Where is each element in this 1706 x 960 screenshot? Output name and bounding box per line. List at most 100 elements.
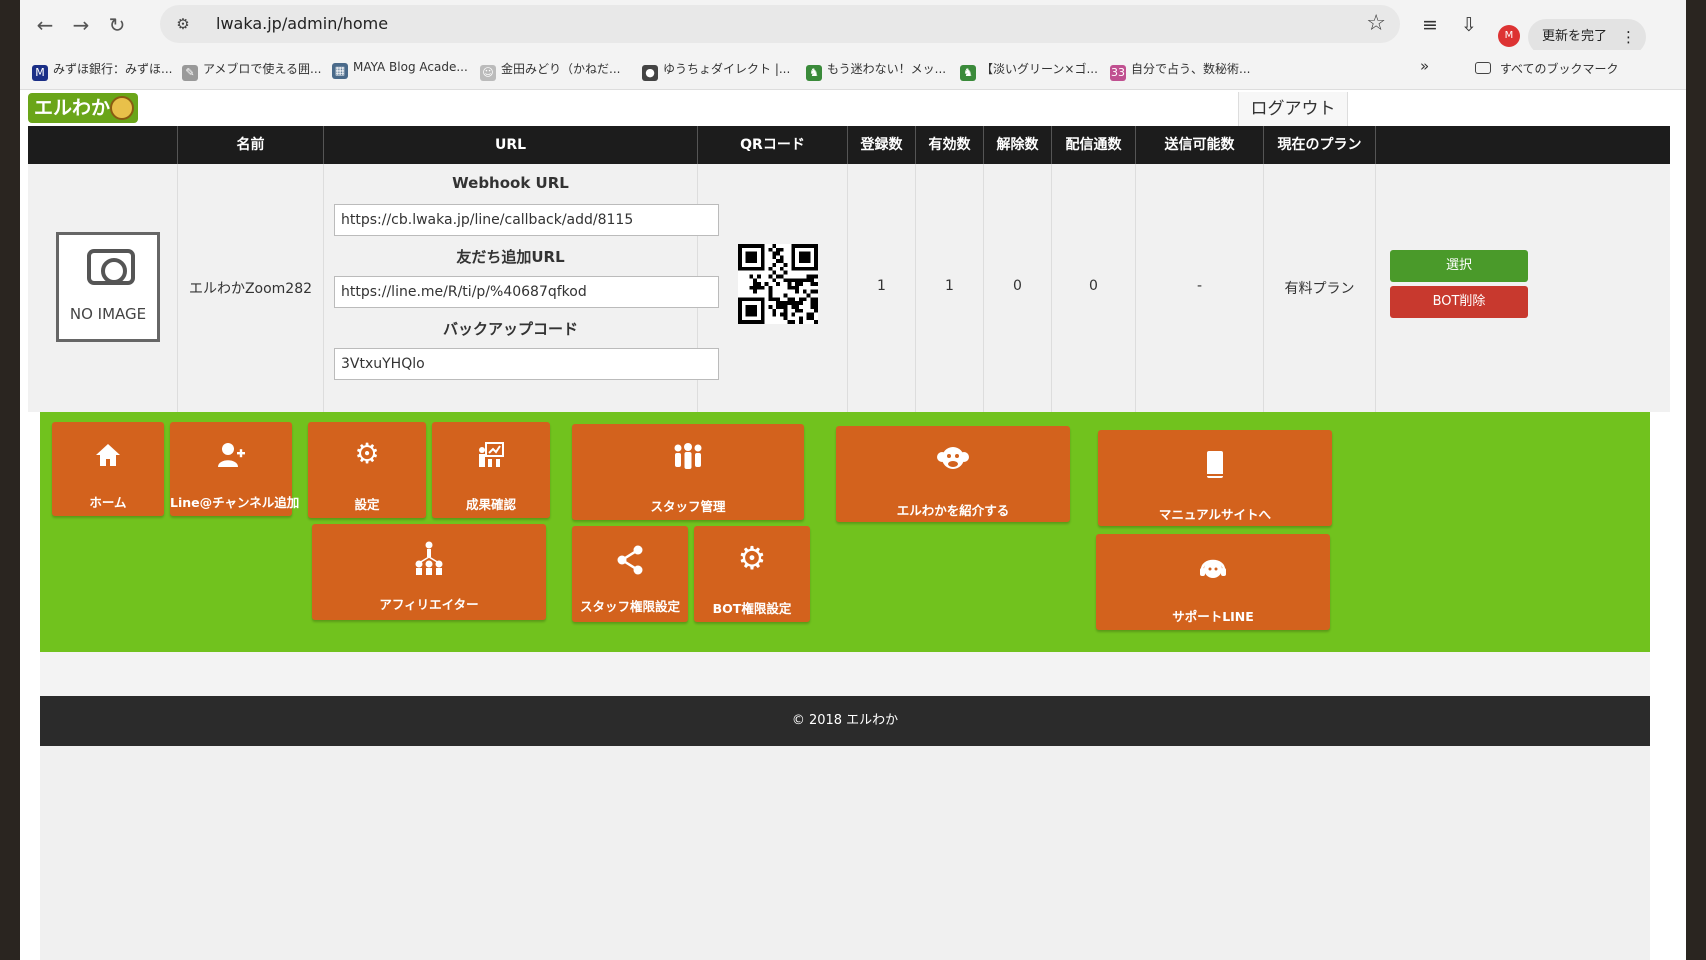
more-bookmarks-icon[interactable]: » — [1420, 57, 1429, 75]
friend-url-field[interactable] — [334, 276, 719, 308]
presentation-icon — [479, 442, 504, 467]
staff-tile[interactable]: スタッフ管理 — [572, 424, 804, 520]
support-tile[interactable]: サポートLINE — [1096, 534, 1330, 630]
home-label: ホーム — [89, 495, 127, 510]
site-settings-icon[interactable]: ⚙ — [172, 13, 194, 35]
webhook-title: Webhook URL — [452, 174, 569, 192]
bookmark-item[interactable]: M みずほ銀行：みずほ... — [32, 60, 172, 81]
bookmark-favicon-icon: ✎ — [182, 65, 198, 81]
bookmark-item[interactable]: ✎ アメブロで使える囲... — [182, 60, 321, 81]
bookmark-label: 自分で占う、数秘術... — [1131, 62, 1251, 76]
webhook-url-field[interactable] — [334, 204, 719, 236]
logout-button[interactable]: ログアウト — [1238, 92, 1348, 126]
backup-code-title: バックアップコード — [442, 320, 578, 338]
bookmark-favicon-icon: ☺ — [480, 65, 496, 81]
settings-tile[interactable]: ⚙ 設定 — [308, 422, 426, 518]
settings-label: 設定 — [354, 497, 380, 512]
td-image: NO IMAGE — [28, 164, 178, 412]
add-channel-tile[interactable]: Line@チャンネル追加 — [170, 422, 300, 516]
footer: © 2018 エルわか — [40, 696, 1650, 746]
home-tile[interactable]: ホーム — [52, 422, 164, 516]
logo-text: エルわか — [34, 97, 111, 119]
address-bar[interactable]: ⚙ lwaka.jp/admin/home ☆ — [160, 5, 1400, 43]
add-channel-label: Line@チャンネル追加 — [170, 495, 300, 510]
monkey-mascot-icon — [110, 96, 134, 120]
address-url[interactable]: lwaka.jp/admin/home — [216, 14, 388, 33]
staff-permissions-label: スタッフ権限設定 — [579, 599, 680, 614]
td-qr — [698, 164, 848, 412]
staff-label: スタッフ管理 — [650, 499, 726, 514]
profile-avatar[interactable]: M — [1498, 25, 1520, 47]
bookmark-favicon-icon: ● — [642, 65, 658, 81]
bookmark-favicon-icon: ♞ — [806, 65, 822, 81]
bookmark-label: 金田みどり（かねだ... — [501, 62, 621, 76]
gears-icon: ⚙ — [354, 437, 380, 470]
download-icon[interactable]: ⇩ — [1456, 14, 1482, 36]
no-image-placeholder: NO IMAGE — [56, 232, 160, 342]
results-tile[interactable]: 成果確認 — [432, 422, 550, 518]
td-plan: 有料プラン — [1264, 164, 1376, 412]
reload-icon[interactable]: ↻ — [102, 10, 132, 40]
introduce-label: エルわかを紹介する — [896, 503, 1010, 518]
affiliate-tile[interactable]: アフィリエイター — [312, 524, 546, 620]
sendable-count: - — [1196, 278, 1203, 294]
tab-search-icon[interactable]: ≡ — [1417, 14, 1443, 36]
backup-code-field[interactable] — [334, 348, 719, 380]
bookmarks-bar: M みずほ銀行：みずほ... ✎ アメブロで使える囲... ▦ MAYA Blog Aca… — [20, 50, 1686, 90]
logo[interactable]: エルわか — [28, 93, 138, 123]
th-registered: 登録数 — [848, 126, 916, 164]
support-label: サポートLINE — [1172, 609, 1254, 624]
th-image — [28, 126, 178, 164]
network-people-icon — [415, 541, 443, 575]
bookmark-item[interactable]: ♞ 【淡いグリーン×ゴ... — [960, 60, 1098, 81]
all-bookmarks-folder[interactable]: すべてのブックマーク — [1475, 60, 1619, 77]
bookmark-item[interactable]: ♞ もう迷わない！メッ... — [806, 60, 946, 81]
bookmark-star-icon[interactable]: ☆ — [1366, 11, 1386, 36]
results-label: 成果確認 — [465, 497, 516, 512]
browser-window: ← → ↻ ⚙ lwaka.jp/admin/home ☆ ≡ ⇩ M 更新を完… — [20, 0, 1686, 960]
staff-group-icon — [674, 443, 702, 469]
th-url: URL — [324, 126, 698, 164]
add-user-icon — [218, 443, 245, 467]
manual-label: マニュアルサイトへ — [1158, 507, 1272, 522]
td-cancelled: 0 — [984, 164, 1052, 412]
bot-permissions-label: BOT権限設定 — [712, 601, 792, 616]
home-icon — [96, 444, 120, 466]
table-row: NO IMAGE エルわかZoom282 Webhook URL 友だち追加UR… — [28, 164, 1670, 412]
page-background — [40, 746, 1650, 960]
select-button[interactable]: 選択 — [1390, 250, 1528, 282]
manual-tile[interactable]: マニュアルサイトへ — [1098, 430, 1332, 526]
bookmark-item[interactable]: ▦ MAYA Blog Acade... — [332, 60, 468, 79]
bookmark-favicon-icon: M — [32, 65, 48, 81]
back-icon[interactable]: ← — [30, 10, 60, 40]
staff-permissions-tile[interactable]: スタッフ権限設定 — [572, 526, 688, 622]
content-gap — [40, 652, 1650, 696]
forward-icon[interactable]: → — [66, 10, 96, 40]
camera-icon — [87, 249, 135, 285]
friend-url-title: 友だち追加URL — [456, 248, 565, 266]
bookmark-label: ゆうちょダイレクト |... — [663, 62, 791, 76]
bookmark-item[interactable]: ☺ 金田みどり（かねだ... — [480, 60, 620, 81]
introduce-tile[interactable]: エルわかを紹介する — [836, 426, 1070, 522]
th-cancelled: 解除数 — [984, 126, 1052, 164]
bookmark-favicon-icon: ♞ — [960, 65, 976, 81]
th-qr: QRコード — [698, 126, 848, 164]
th-name: 名前 — [178, 126, 324, 164]
main-menu: ホーム Line@チャンネル追加 ⚙ 設定 成果確認 スタッフ管理 エルわかを紹… — [40, 412, 1650, 652]
bookmark-item[interactable]: ● ゆうちょダイレクト |... — [642, 60, 790, 81]
bookmark-label: みずほ銀行：みずほ... — [53, 62, 173, 76]
td-delivered: 0 — [1052, 164, 1136, 412]
bookmark-item[interactable]: 33 自分で占う、数秘術... — [1110, 60, 1250, 81]
bot-delete-button[interactable]: BOT削除 — [1390, 286, 1528, 318]
qr-code[interactable] — [738, 244, 818, 324]
bot-permissions-tile[interactable]: ⚙ BOT権限設定 — [694, 526, 810, 622]
headset-icon — [1200, 559, 1226, 578]
delivered-count: 0 — [1089, 278, 1098, 294]
monkey-face-icon — [937, 447, 969, 469]
all-bookmarks-label: すべてのブックマーク — [1499, 62, 1619, 76]
bookmark-label: 【淡いグリーン×ゴ... — [981, 62, 1098, 76]
book-icon — [1207, 451, 1223, 478]
th-valid: 有効数 — [916, 126, 984, 164]
browser-toolbar: ← → ↻ ⚙ lwaka.jp/admin/home ☆ ≡ ⇩ M 更新を完… — [20, 0, 1686, 55]
table-header: 名前 URL QRコード 登録数 有効数 解除数 配信通数 送信可能数 現在のプ… — [28, 126, 1670, 164]
